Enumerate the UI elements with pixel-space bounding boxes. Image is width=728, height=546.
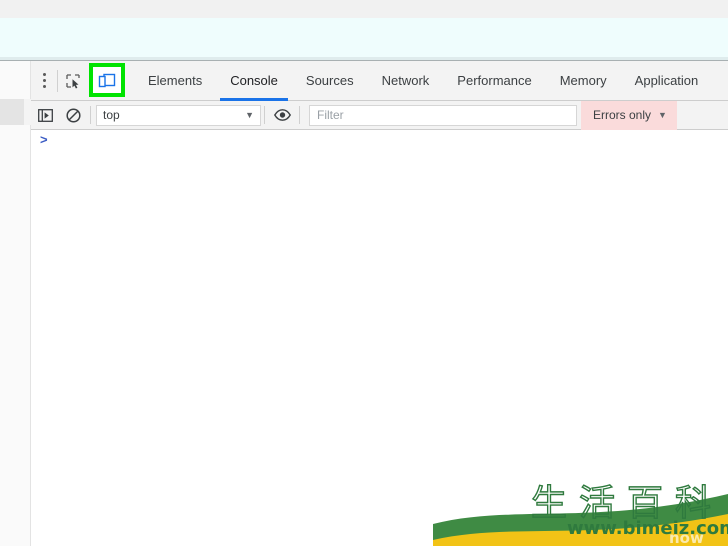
tab-network[interactable]: Network	[368, 61, 444, 101]
live-expression-button[interactable]	[268, 101, 296, 130]
devtools-panel: Elements Console Sources Network Perform…	[0, 60, 728, 546]
page-cyan-band	[0, 18, 728, 59]
screenshot-root: Elements Console Sources Network Perform…	[0, 0, 728, 546]
tab-application[interactable]: Application	[621, 61, 713, 101]
console-filter-input[interactable]: Filter	[309, 104, 577, 126]
console-log-level-value: Errors only	[593, 108, 652, 122]
console-toolbar-divider	[90, 106, 91, 124]
console-prompt-row[interactable]: >	[31, 130, 728, 150]
page-top-gray-band	[0, 0, 728, 18]
tab-label: Application	[634, 73, 699, 88]
tab-label: Performance	[457, 73, 532, 88]
tab-label: Memory	[559, 73, 607, 88]
tab-label: Network	[381, 73, 430, 88]
console-sidebar-toggle-icon	[37, 108, 53, 122]
tab-memory[interactable]: Memory	[546, 61, 621, 101]
page-vertical-scrollbar-thumb[interactable]	[0, 99, 24, 125]
tab-performance[interactable]: Performance	[443, 61, 545, 101]
inspect-element-button[interactable]	[58, 61, 88, 101]
toggle-device-toolbar-button[interactable]	[88, 61, 126, 101]
tab-label: Elements	[148, 73, 203, 88]
console-toolbar-divider-3	[299, 106, 300, 124]
toggle-device-toolbar-icon	[98, 73, 116, 87]
tab-elements[interactable]: Elements	[134, 61, 216, 101]
tab-label: Sources	[305, 73, 354, 88]
devtools-tab-list: Elements Console Sources Network Perform…	[134, 61, 712, 101]
chevron-down-icon: ▼	[658, 110, 667, 120]
console-context-value: top	[103, 108, 120, 122]
console-sidebar-toggle-button[interactable]	[31, 101, 59, 130]
console-filter-placeholder: Filter	[317, 108, 344, 122]
console-prompt-chevron-icon: >	[40, 132, 48, 147]
inspect-element-icon	[66, 73, 80, 88]
console-toolbar-divider-2	[264, 106, 265, 124]
tab-console[interactable]: Console	[216, 61, 292, 101]
tab-label: Console	[230, 73, 278, 88]
tab-sources[interactable]: Sources	[292, 61, 368, 101]
console-toolbar: top ▼ Filter Errors only ▼	[31, 100, 728, 130]
page-vertical-scrollbar-track[interactable]	[24, 99, 31, 125]
console-log-level-select[interactable]: Errors only ▼	[581, 100, 677, 130]
console-context-select[interactable]: top ▼	[96, 104, 261, 126]
clear-console-icon	[65, 107, 81, 123]
console-output-area[interactable]: >	[31, 130, 728, 546]
kebab-menu-icon[interactable]	[31, 61, 57, 101]
eye-icon	[273, 109, 291, 121]
devtools-tabbar: Elements Console Sources Network Perform…	[31, 61, 728, 101]
page-scroll-gutter	[0, 61, 31, 546]
clear-console-button[interactable]	[59, 101, 87, 130]
chevron-down-icon: ▼	[245, 110, 254, 120]
